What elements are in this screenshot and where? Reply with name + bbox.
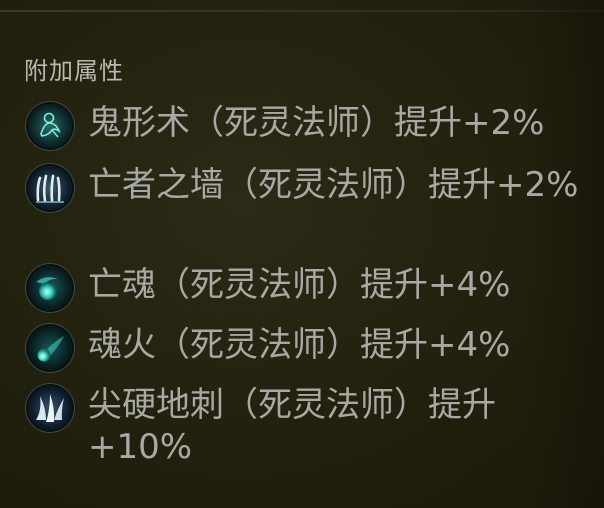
attribute-row: 亡魂（死灵法师）提升+4% <box>28 264 604 310</box>
attribute-row: 亡者之墙（死灵法师）提升+2% <box>28 164 604 210</box>
attribute-text: 魂火（死灵法师）提升+4% <box>88 325 511 365</box>
soul-orb-icon <box>28 266 72 310</box>
soulfire-icon <box>28 326 72 370</box>
attribute-row: 魂火（死灵法师）提升+4% <box>28 324 604 370</box>
attribute-text: 尖硬地刺（死灵法师）提升+10% <box>88 385 496 467</box>
section-title: 附加属性 <box>24 57 124 85</box>
attribute-text: 鬼形术（死灵法师）提升+2% <box>88 103 545 143</box>
bone-wall-icon <box>28 166 72 210</box>
bone-spikes-icon <box>28 386 72 430</box>
ghost-form-icon <box>28 104 72 148</box>
attribute-text: 亡魂（死灵法师）提升+4% <box>88 265 511 305</box>
attribute-text: 亡者之墙（死灵法师）提升+2% <box>88 165 579 205</box>
attribute-row: 鬼形术（死灵法师）提升+2% <box>28 102 604 148</box>
top-divider <box>0 10 604 12</box>
attribute-row: 尖硬地刺（死灵法师）提升+10% <box>28 384 604 468</box>
